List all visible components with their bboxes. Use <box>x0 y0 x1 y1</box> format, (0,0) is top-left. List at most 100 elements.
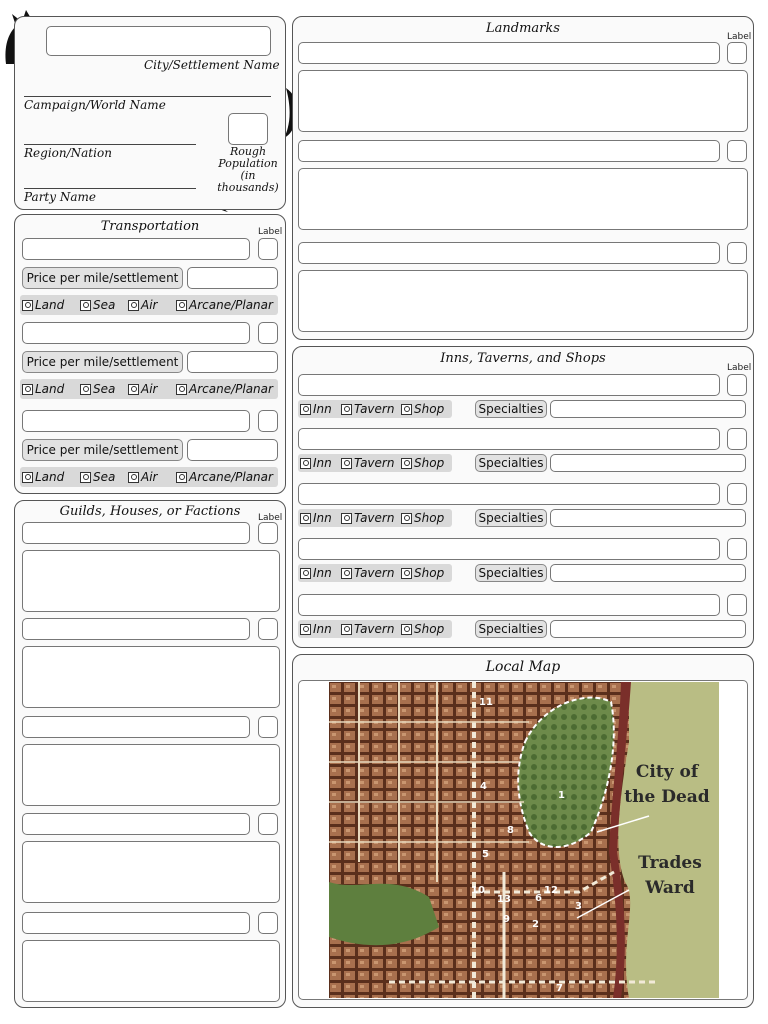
radio-inn-2[interactable]: Inn <box>300 456 332 470</box>
radio-shop-5[interactable]: Shop <box>401 622 444 636</box>
guild-notes-field-4[interactable] <box>22 841 280 903</box>
city-name-field[interactable] <box>46 26 271 56</box>
landmark-notes-field-3[interactable] <box>298 270 748 332</box>
population-field[interactable] <box>228 113 268 145</box>
inn-name-field-3[interactable] <box>298 483 720 505</box>
transport-label-field-3[interactable] <box>258 410 278 432</box>
radio-arcane-3[interactable]: Arcane/Planar <box>176 470 273 484</box>
price-field-1[interactable] <box>187 267 278 289</box>
radio-shop-2[interactable]: Shop <box>401 456 444 470</box>
specialties-button-1[interactable]: Specialties <box>475 400 547 418</box>
radio-inn-4[interactable]: Inn <box>300 566 332 580</box>
radio-land-1[interactable]: Land <box>22 298 64 312</box>
radio-tavern-2[interactable]: Tavern <box>341 456 394 470</box>
radio-shop-3[interactable]: Shop <box>401 511 444 525</box>
radio-inn-3[interactable]: Inn <box>300 511 332 525</box>
radio-air-3[interactable]: Air <box>128 470 157 484</box>
guild-name-field-3[interactable] <box>22 716 250 738</box>
inn-label-field-5[interactable] <box>727 594 747 616</box>
landmark-name-field-2[interactable] <box>298 140 720 162</box>
radio-sea-3[interactable]: Sea <box>80 470 115 484</box>
specialties-field-4[interactable] <box>550 564 746 582</box>
map-marker-12[interactable]: 12 <box>544 885 558 896</box>
transport-label-field-2[interactable] <box>258 322 278 344</box>
landmark-name-field-1[interactable] <box>298 42 720 64</box>
price-button-2[interactable]: Price per mile/settlement <box>22 351 183 373</box>
guild-notes-field-1[interactable] <box>22 550 280 612</box>
radio-arcane-1[interactable]: Arcane/Planar <box>176 298 273 312</box>
radio-air-2[interactable]: Air <box>128 382 157 396</box>
map-marker-10[interactable]: 10 <box>471 885 485 896</box>
map-marker-5[interactable]: 5 <box>482 849 489 860</box>
guild-name-field-5[interactable] <box>22 912 250 934</box>
radio-tavern-5[interactable]: Tavern <box>341 622 394 636</box>
radio-button-icon <box>401 512 412 524</box>
radio-land-2[interactable]: Land <box>22 382 64 396</box>
inn-label-field-3[interactable] <box>727 483 747 505</box>
specialties-field-3[interactable] <box>550 509 746 527</box>
map-marker-3[interactable]: 3 <box>575 901 582 912</box>
map-marker-13[interactable]: 13 <box>497 894 511 905</box>
price-button-3[interactable]: Price per mile/settlement <box>22 439 183 461</box>
guild-label-field-1[interactable] <box>258 522 278 544</box>
map-marker-6[interactable]: 6 <box>535 893 542 904</box>
radio-air-1[interactable]: Air <box>128 298 157 312</box>
specialties-button-3[interactable]: Specialties <box>475 509 547 527</box>
guild-label-field-4[interactable] <box>258 813 278 835</box>
inn-name-field-1[interactable] <box>298 374 720 396</box>
radio-tavern-1[interactable]: Tavern <box>341 402 394 416</box>
radio-shop-4[interactable]: Shop <box>401 566 444 580</box>
price-field-2[interactable] <box>187 351 278 373</box>
radio-inn-5[interactable]: Inn <box>300 622 332 636</box>
guild-notes-field-5[interactable] <box>22 940 280 1002</box>
transport-name-field-1[interactable] <box>22 238 250 260</box>
inn-name-field-2[interactable] <box>298 428 720 450</box>
inn-name-field-5[interactable] <box>298 594 720 616</box>
specialties-button-5[interactable]: Specialties <box>475 620 547 638</box>
radio-air-label: Air <box>141 382 158 396</box>
radio-sea-1[interactable]: Sea <box>80 298 115 312</box>
specialties-field-5[interactable] <box>550 620 746 638</box>
radio-land-3[interactable]: Land <box>22 470 64 484</box>
guild-name-field-2[interactable] <box>22 618 250 640</box>
landmark-notes-field-2[interactable] <box>298 168 748 230</box>
radio-tavern-3[interactable]: Tavern <box>341 511 394 525</box>
map-marker-9[interactable]: 9 <box>503 914 510 925</box>
transport-name-field-2[interactable] <box>22 322 250 344</box>
guild-notes-field-2[interactable] <box>22 646 280 708</box>
inn-label-field-2[interactable] <box>727 428 747 450</box>
price-button-1[interactable]: Price per mile/settlement <box>22 267 183 289</box>
map-marker-1[interactable]: 1 <box>558 790 565 801</box>
guild-name-field-4[interactable] <box>22 813 250 835</box>
guild-name-field-1[interactable] <box>22 522 250 544</box>
transport-name-field-3[interactable] <box>22 410 250 432</box>
guild-label-field-5[interactable] <box>258 912 278 934</box>
radio-arcane-2[interactable]: Arcane/Planar <box>176 382 273 396</box>
map-marker-4[interactable]: 4 <box>480 781 487 792</box>
landmark-label-field-3[interactable] <box>727 242 747 264</box>
guild-notes-field-3[interactable] <box>22 744 280 806</box>
map-marker-2[interactable]: 2 <box>532 919 539 930</box>
specialties-field-1[interactable] <box>550 400 746 418</box>
landmark-name-field-3[interactable] <box>298 242 720 264</box>
guild-label-field-3[interactable] <box>258 716 278 738</box>
landmark-notes-field-1[interactable] <box>298 70 748 132</box>
inn-name-field-4[interactable] <box>298 538 720 560</box>
radio-sea-2[interactable]: Sea <box>80 382 115 396</box>
price-field-3[interactable] <box>187 439 278 461</box>
transport-label-field-1[interactable] <box>258 238 278 260</box>
map-marker-7[interactable]: 7 <box>556 983 563 994</box>
specialties-field-2[interactable] <box>550 454 746 472</box>
map-marker-8[interactable]: 8 <box>507 825 514 836</box>
specialties-button-4[interactable]: Specialties <box>475 564 547 582</box>
radio-inn-1[interactable]: Inn <box>300 402 332 416</box>
inn-label-field-1[interactable] <box>727 374 747 396</box>
radio-shop-1[interactable]: Shop <box>401 402 444 416</box>
landmark-label-field-1[interactable] <box>727 42 747 64</box>
landmark-label-field-2[interactable] <box>727 140 747 162</box>
guild-label-field-2[interactable] <box>258 618 278 640</box>
map-marker-11[interactable]: 11 <box>479 697 493 708</box>
radio-tavern-4[interactable]: Tavern <box>341 566 394 580</box>
inn-label-field-4[interactable] <box>727 538 747 560</box>
specialties-button-2[interactable]: Specialties <box>475 454 547 472</box>
